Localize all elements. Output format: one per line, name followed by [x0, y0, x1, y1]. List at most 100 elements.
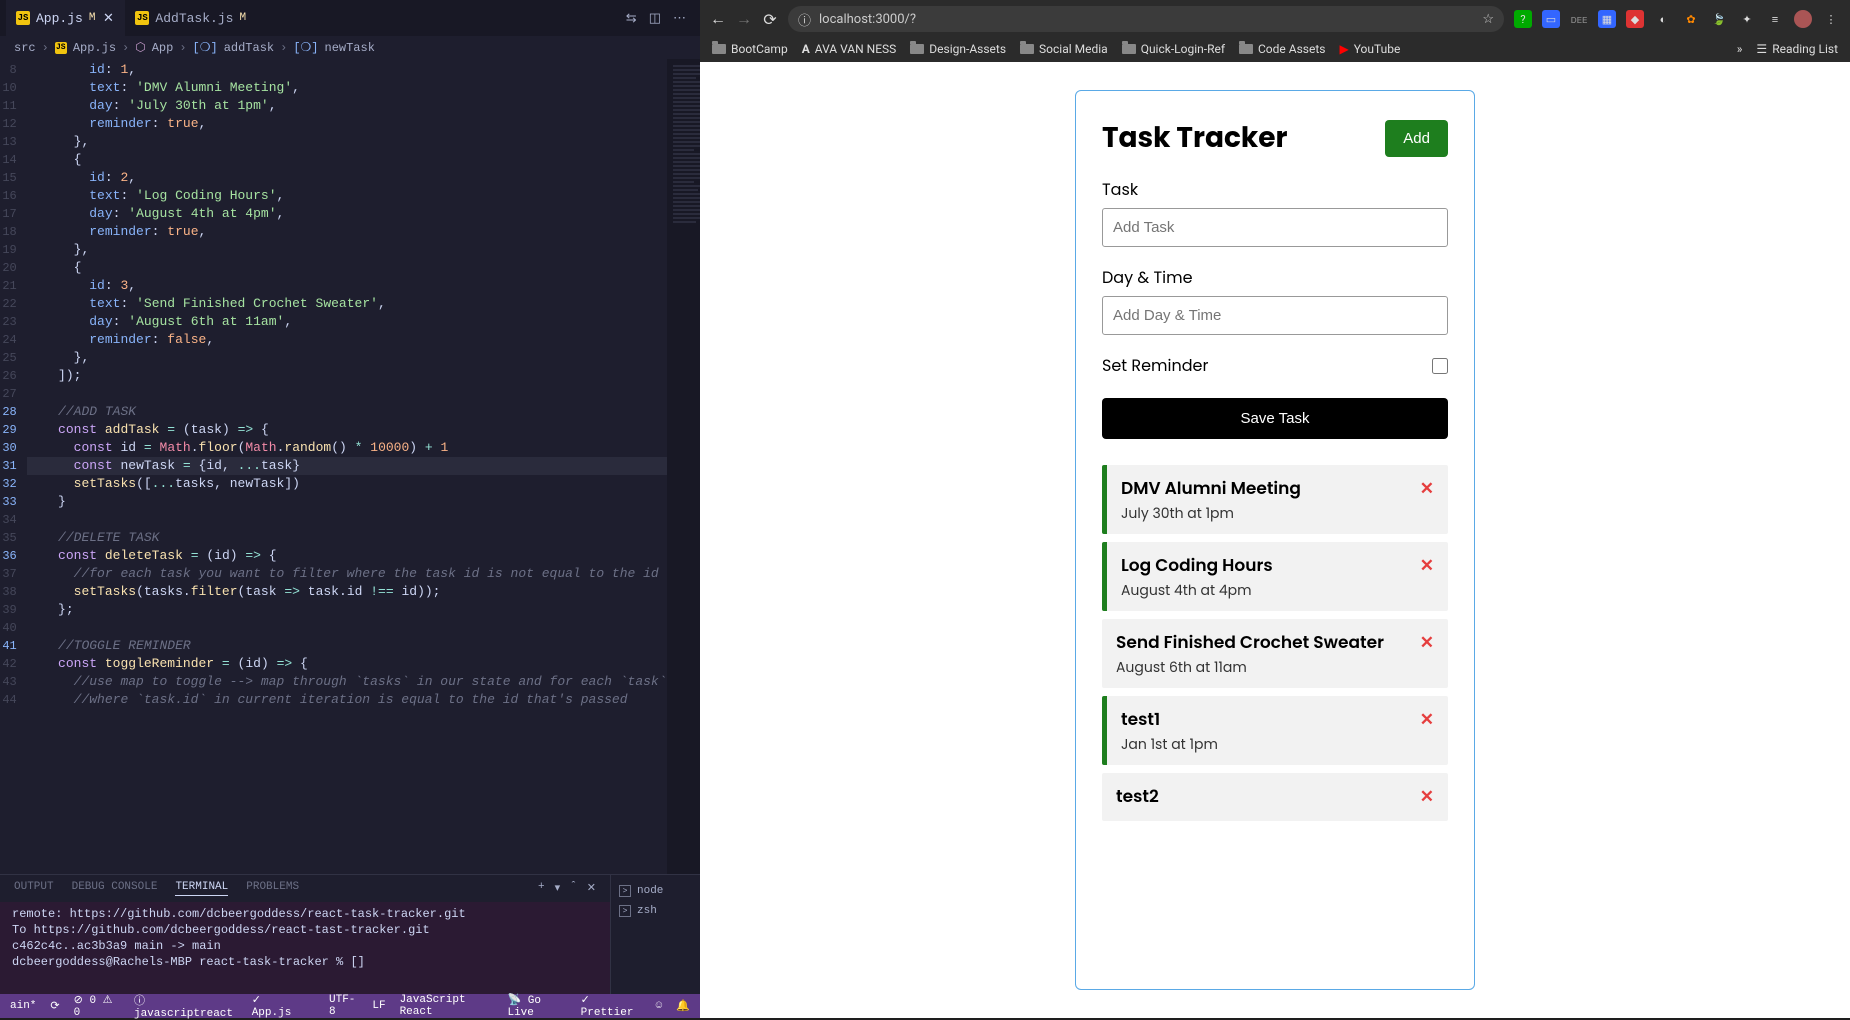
save-task-button[interactable]: Save Task: [1102, 398, 1448, 439]
crumb-sym2[interactable]: addTask: [224, 41, 274, 55]
task-item[interactable]: Send Finished Crochet Sweater August 6th…: [1102, 619, 1448, 688]
status-golive[interactable]: 📡 Go Live: [507, 993, 566, 1019]
day-label: Day & Time: [1102, 265, 1448, 290]
panel-tab[interactable]: PROBLEMS: [246, 881, 299, 896]
vscode-window: JS App.js M ✕JS AddTask.js M ⇆ ◫ ⋯ src ›…: [0, 0, 700, 1018]
close-panel-icon[interactable]: ✕: [587, 881, 596, 896]
reminder-checkbox[interactable]: [1432, 358, 1448, 374]
forward-icon[interactable]: →: [736, 9, 752, 29]
task-day: August 6th at 11am: [1116, 657, 1384, 678]
bookmark-item[interactable]: ▶YouTube: [1339, 42, 1400, 56]
task-item[interactable]: Log Coding Hours August 4th at 4pm ✕: [1102, 542, 1448, 611]
ext-icon[interactable]: ᴅᴇᴇ: [1570, 10, 1588, 28]
folder-icon: [1122, 44, 1136, 54]
panel-tab[interactable]: OUTPUT: [14, 881, 54, 896]
editor-tab[interactable]: JS AddTask.js M: [125, 0, 256, 36]
status-check-icon[interactable]: ✓ App.js: [252, 993, 301, 1019]
bookmark-item[interactable]: BootCamp: [712, 42, 788, 56]
reading-list-icon[interactable]: ≡: [1766, 10, 1784, 28]
ext-icon[interactable]: ◐: [1654, 10, 1672, 28]
profile-avatar[interactable]: [1794, 10, 1812, 28]
delete-task-icon[interactable]: ✕: [1420, 552, 1434, 578]
status-prettier[interactable]: ✓ Prettier: [581, 993, 642, 1019]
status-lang[interactable]: JavaScript React: [400, 994, 494, 1018]
terminal-icon: >: [619, 905, 631, 917]
task-input[interactable]: [1102, 208, 1448, 247]
ext-icon[interactable]: 🍃: [1710, 10, 1728, 28]
component-icon: ⬡: [135, 40, 145, 55]
editor-tab[interactable]: JS App.js M ✕: [6, 0, 125, 36]
bookmarks-overflow-icon[interactable]: »: [1737, 42, 1743, 56]
status-branch[interactable]: ain*: [10, 1000, 36, 1012]
task-tracker-card: Task Tracker Add Task Day & Time Set Rem…: [1075, 90, 1475, 990]
ext-icon[interactable]: ?: [1514, 10, 1532, 28]
task-item[interactable]: DMV Alumni Meeting July 30th at 1pm ✕: [1102, 465, 1448, 534]
delete-task-icon[interactable]: ✕: [1420, 706, 1434, 732]
terminal-instance[interactable]: >node: [617, 881, 694, 901]
bookmark-item[interactable]: Social Media: [1020, 42, 1108, 56]
bookmark-item[interactable]: Code Assets: [1239, 42, 1325, 56]
ext-icon[interactable]: ◆: [1626, 10, 1644, 28]
crumb-sym3[interactable]: newTask: [325, 41, 375, 55]
task-item[interactable]: test2 ✕: [1102, 773, 1448, 821]
reload-icon[interactable]: ⟳: [762, 10, 778, 29]
star-icon[interactable]: ☆: [1482, 12, 1494, 27]
status-sync-icon[interactable]: ⟳: [50, 999, 59, 1013]
breadcrumbs[interactable]: src › JS App.js › ⬡ App › [❍] addTask › …: [0, 36, 700, 59]
delete-task-icon[interactable]: ✕: [1420, 475, 1434, 501]
status-eol[interactable]: LF: [372, 1000, 385, 1012]
tab-label: App.js: [36, 11, 83, 26]
bookmarks-bar: BootCamp AAVA VAN NESS Design-Assets Social…: [700, 38, 1850, 62]
terminal-dropdown-icon[interactable]: ▾: [555, 881, 561, 896]
terminal-output[interactable]: remote: https://github.com/dcbeergoddess…: [0, 902, 610, 994]
ext-icon[interactable]: ✿: [1682, 10, 1700, 28]
menu-icon[interactable]: ⋮: [1822, 10, 1840, 28]
day-input[interactable]: [1102, 296, 1448, 335]
delete-task-icon[interactable]: ✕: [1420, 629, 1434, 655]
bookmark-item[interactable]: Design-Assets: [910, 42, 1006, 56]
terminal-up-icon[interactable]: ˆ: [570, 881, 577, 896]
folder-icon: [1239, 44, 1253, 54]
status-lang-mode[interactable]: ⓘ javascriptreact: [134, 992, 238, 1020]
task-day: July 30th at 1pm: [1121, 503, 1301, 524]
task-text: Send Finished Crochet Sweater: [1116, 629, 1384, 655]
split-editor-icon[interactable]: ◫: [649, 11, 661, 26]
list-icon: ☰: [1756, 42, 1767, 56]
crumb-folder[interactable]: src: [14, 41, 36, 55]
ext-icon[interactable]: ▭: [1542, 10, 1560, 28]
status-bell-icon[interactable]: 🔔: [676, 999, 690, 1013]
add-button[interactable]: Add: [1385, 120, 1448, 157]
page-viewport[interactable]: Task Tracker Add Task Day & Time Set Rem…: [700, 62, 1850, 1018]
back-icon[interactable]: ←: [710, 9, 726, 29]
panel-tab[interactable]: DEBUG CONSOLE: [72, 881, 158, 896]
site-info-icon[interactable]: ⓘ: [798, 10, 811, 29]
reminder-label: Set Reminder: [1102, 353, 1208, 378]
delete-task-icon[interactable]: ✕: [1420, 783, 1434, 809]
bookmark-item[interactable]: Quick-Login-Ref: [1122, 42, 1225, 56]
panel-tab[interactable]: TERMINAL: [175, 881, 228, 896]
ext-icon[interactable]: ▦: [1598, 10, 1616, 28]
minimap[interactable]: [667, 59, 700, 874]
code-editor[interactable]: id: 1, text: 'DMV Alumni Meeting', day: …: [27, 59, 667, 874]
more-icon[interactable]: ⋯: [673, 11, 686, 26]
crumb-file[interactable]: App.js: [73, 41, 116, 55]
status-errors[interactable]: ⊘ 0 ⚠ 0: [74, 993, 120, 1019]
status-feedback-icon[interactable]: ☺: [656, 1000, 663, 1012]
task-item[interactable]: test1 Jan 1st at 1pm ✕: [1102, 696, 1448, 765]
editor-tab-bar: JS App.js M ✕JS AddTask.js M ⇆ ◫ ⋯: [0, 0, 700, 36]
bookmark-item[interactable]: AAVA VAN NESS: [802, 42, 897, 56]
extensions-icon[interactable]: ✦: [1738, 10, 1756, 28]
status-encoding[interactable]: UTF-8: [329, 994, 358, 1018]
crumb-sym1[interactable]: App: [152, 41, 174, 55]
editor-area[interactable]: 8101112131415161718192021222324252627282…: [0, 59, 700, 874]
new-terminal-icon[interactable]: +: [538, 881, 545, 896]
compare-icon[interactable]: ⇆: [626, 11, 637, 26]
reading-list-button[interactable]: ☰ Reading List: [1756, 42, 1838, 56]
js-icon: JS: [55, 42, 67, 54]
method-icon: [❍]: [193, 40, 218, 55]
task-list: DMV Alumni Meeting July 30th at 1pm ✕ Lo…: [1102, 465, 1448, 821]
address-bar[interactable]: ⓘ localhost:3000/? ☆: [788, 6, 1504, 32]
close-tab-icon[interactable]: ✕: [101, 11, 115, 26]
modified-indicator: M: [89, 12, 96, 24]
terminal-instance[interactable]: >zsh: [617, 901, 694, 921]
